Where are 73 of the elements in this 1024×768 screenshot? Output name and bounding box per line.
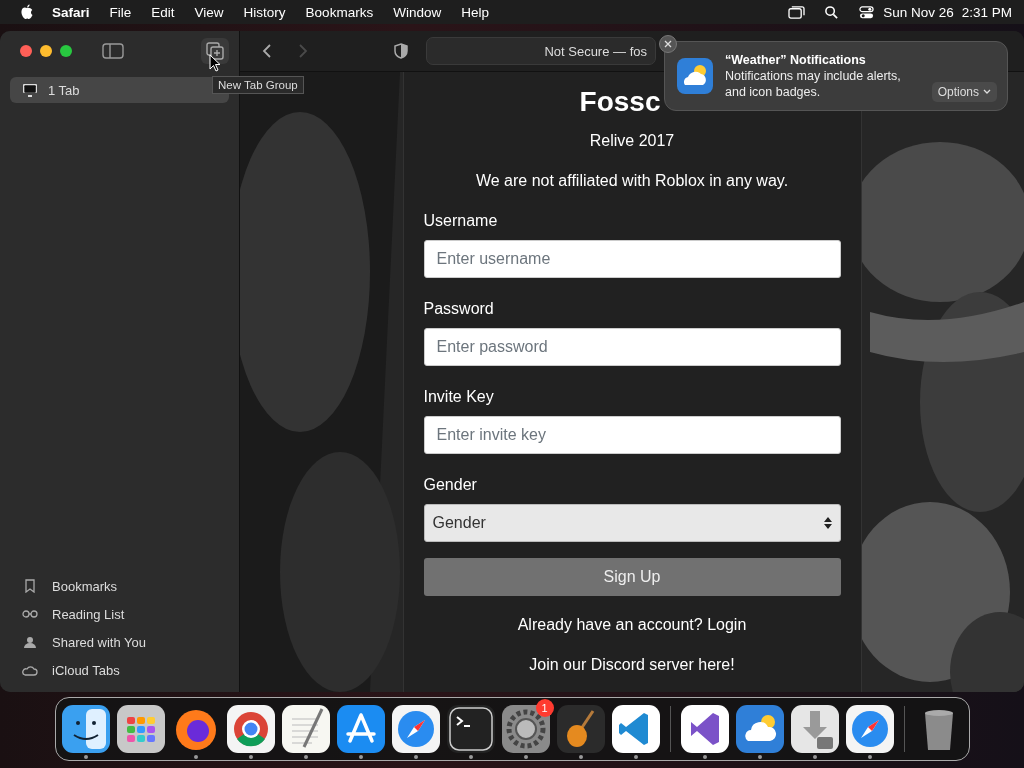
terminal-icon[interactable] <box>446 705 495 753</box>
sidebar-item-label: Shared with You <box>52 634 146 650</box>
app-grid-icon[interactable] <box>116 705 165 753</box>
cursor-icon <box>209 54 221 72</box>
store-icon[interactable] <box>336 705 385 753</box>
field-label: Username <box>423 212 499 230</box>
ring-icon[interactable] <box>226 705 275 753</box>
sidebar-item[interactable]: Shared with You <box>0 628 239 656</box>
menu-item[interactable]: Bookmarks <box>305 4 374 20</box>
apple-logo-icon[interactable] <box>20 4 34 20</box>
guitar-icon[interactable] <box>556 705 605 753</box>
menu-item[interactable]: Edit <box>151 4 175 20</box>
sidebar-item-label: iCloud Tabs <box>52 662 120 678</box>
smiley-face-icon[interactable] <box>61 705 110 753</box>
tab-group-label: 1 Tab <box>48 82 80 98</box>
page-title: Fossc <box>579 86 661 118</box>
cloud-icon[interactable] <box>735 705 784 753</box>
sidebar-item-label: Reading List <box>52 606 125 622</box>
menu-item[interactable]: File <box>109 4 132 20</box>
sidebar-item[interactable]: Bookmarks <box>0 572 239 600</box>
minimize-button[interactable] <box>40 45 52 57</box>
notification-text: and icon badges. <box>725 84 822 100</box>
field-label: Invite Key <box>423 388 495 406</box>
input-field[interactable]: Enter username <box>423 240 841 278</box>
code-icon[interactable] <box>611 705 660 753</box>
compass-icon[interactable] <box>845 705 894 753</box>
address-field[interactable]: Not Secure — fos <box>426 37 656 65</box>
disclaimer-text: We are not affiliated with Roblox in any way. <box>474 172 790 190</box>
app-menu[interactable]: Safari <box>52 4 90 20</box>
search-icon[interactable] <box>823 4 841 20</box>
windows-icon[interactable] <box>788 4 806 20</box>
cloud-icon <box>677 58 713 94</box>
compass-icon[interactable] <box>391 705 440 753</box>
sidebar-item[interactable]: Reading List <box>0 600 239 628</box>
person-icon <box>22 635 38 649</box>
date-text[interactable]: Sun Nov 26 <box>883 4 954 20</box>
input-field[interactable]: Enter password <box>423 328 841 366</box>
menu-item[interactable]: Window <box>393 4 442 20</box>
options-button[interactable]: Options <box>931 82 997 102</box>
bookmark-icon <box>22 579 38 593</box>
monitor-icon <box>22 83 38 97</box>
shield-icon[interactable] <box>394 43 408 59</box>
notification-text: Notifications may include alerts, <box>725 68 901 84</box>
notification-title: “Weather” Notifications <box>725 52 867 68</box>
back-button[interactable] <box>262 43 272 59</box>
tooltip: New Tab Group <box>212 76 304 94</box>
input-field[interactable]: Enter invite key <box>423 416 841 454</box>
sidebar-icon[interactable] <box>102 43 124 59</box>
gear-icon[interactable] <box>501 705 550 753</box>
menu-item[interactable]: History <box>243 4 286 20</box>
code-icon[interactable] <box>680 705 729 753</box>
gender-select[interactable]: Gender <box>423 504 841 542</box>
menu-item[interactable]: Help <box>461 4 489 20</box>
sidebar-item[interactable]: iCloud Tabs <box>0 656 239 684</box>
updown-arrows-icon <box>823 516 832 530</box>
close-button[interactable] <box>20 45 32 57</box>
cloud-icon <box>22 663 38 677</box>
zoom-button[interactable] <box>60 45 72 57</box>
notepad-icon[interactable] <box>281 705 330 753</box>
field-label: Gender <box>423 476 478 494</box>
glasses-icon <box>22 607 38 621</box>
field-label: Password <box>423 300 495 318</box>
chevron-icon <box>983 89 991 95</box>
toggles-icon[interactable] <box>858 4 876 20</box>
download-icon[interactable] <box>790 705 839 753</box>
subtitle: Relive 2017 <box>588 132 676 150</box>
sidebar-item-label: Bookmarks <box>52 578 118 594</box>
menu-item[interactable]: View <box>194 4 224 20</box>
time-text[interactable]: 2:31 PM <box>961 4 1012 20</box>
notification-toast[interactable]: “Weather” Notifications Notifications may include alerts, and icon badges. Options <box>664 41 1008 111</box>
text-link[interactable]: Join our Discord server here! <box>529 656 735 674</box>
text-link[interactable]: Already have an account? Login <box>517 616 747 634</box>
notification-badge: 1 <box>535 699 554 717</box>
